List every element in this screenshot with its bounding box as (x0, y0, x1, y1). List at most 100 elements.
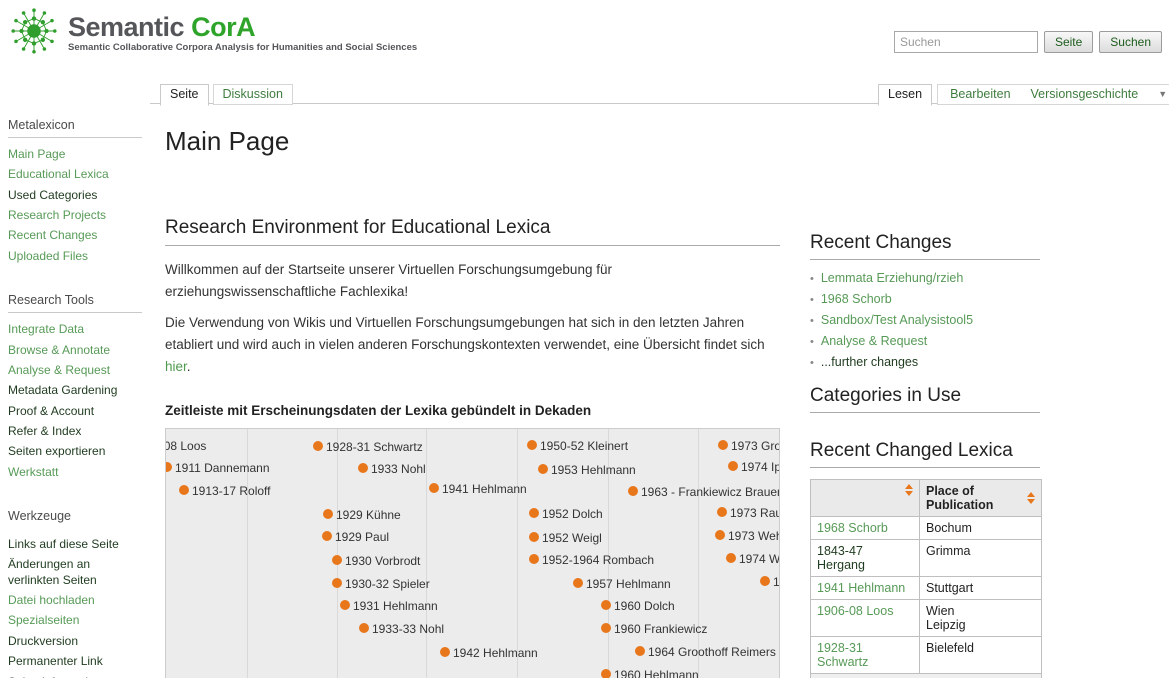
timeline-item-label: 1973 Groo (731, 439, 780, 453)
timeline-item-label: 1941 Hehlmann (442, 482, 527, 496)
bullet-icon: • (810, 315, 814, 327)
further-changes-link[interactable]: ...further changes (821, 355, 918, 369)
sidebar-item-analyse-request[interactable]: Analyse & Request (8, 363, 142, 378)
sidebar-item-uploaded-files[interactable]: Uploaded Files (8, 249, 142, 264)
timeline-dot-icon (726, 553, 736, 563)
recent-change-item: •1968 Schorb (810, 292, 1040, 306)
place-column-label: Place of Publication (926, 484, 1027, 512)
tab-versionsgeschichte[interactable]: Versionsgeschichte (1031, 85, 1139, 104)
table-header-row: Place of Publication (811, 480, 1042, 517)
intro-paragraph-2: Die Verwendung von Wikis und Virtuellen … (165, 312, 780, 378)
table-row: 1843-47 Hergang Grimma (811, 540, 1042, 577)
table-row: 1968 Schorb Bochum (811, 517, 1042, 540)
sidebar-item-recent-changes[interactable]: Recent Changes (8, 228, 142, 243)
timeline-item-label: 1952 Weigl (542, 531, 602, 545)
sidebar-item-browse-annotate[interactable]: Browse & Annotate (8, 343, 142, 358)
place-cell: Stuttgart (920, 577, 1042, 600)
recent-change-link-1968-schorb[interactable]: 1968 Schorb (821, 292, 892, 306)
timeline-item-label: 1931 Hehlmann (353, 599, 438, 613)
timeline-item-label: 1930-32 Spieler (345, 577, 430, 591)
sidebar-item-werkstatt[interactable]: Werkstatt (8, 465, 142, 480)
recent-change-link-sandbox-test-analysistool5[interactable]: Sandbox/Test Analysistool5 (821, 313, 973, 327)
recent-change-link-analyse-request[interactable]: Analyse & Request (821, 334, 927, 348)
categories-in-use-heading: Categories in Use (810, 385, 1040, 413)
more-results-link[interactable]: … weitere Ergebnisse (811, 674, 1042, 678)
sidebar-item-research-projects[interactable]: Research Projects (8, 208, 142, 223)
sidebar-item-proof-account[interactable]: Proof & Account (8, 404, 142, 419)
sidebar-item-integrate-data[interactable]: Integrate Data (8, 322, 142, 337)
tab-bearbeiten[interactable]: Bearbeiten (950, 85, 1010, 104)
lexicon-cell: 1906-08 Loos (811, 600, 920, 637)
section-heading: Research Environment for Educational Lex… (165, 217, 780, 246)
sidebar-item-seiten-exportieren[interactable]: Seiten exportieren (8, 444, 142, 459)
sidebar-item-educational-lexica[interactable]: Educational Lexica (8, 167, 142, 182)
go-to-page-button[interactable]: Seite (1044, 31, 1093, 53)
timeline-item-label: 1930 Vorbrodt (345, 554, 420, 568)
timeline-item-label: 1928-31 Schwartz (326, 440, 423, 454)
recent-changed-lexica-heading: Recent Changed Lexica (810, 440, 1040, 468)
sidebar-item-spezialseiten[interactable]: Spezialseiten (8, 613, 142, 628)
timeline-item-label: 1929 Kühne (336, 508, 401, 522)
namespace-tabs: SeiteDiskussion (160, 84, 293, 106)
lexica-table: Place of Publication 1968 SchorbBochum18… (810, 479, 1042, 678)
brand-text: Semantic CorA Semantic Collaborative Cor… (68, 5, 417, 53)
place-cell: WienLeipzig (920, 600, 1042, 637)
recent-change-item: • Sandbox/Test Analysistool5 (810, 313, 1040, 327)
timeline-item-label: 1957 Hehlmann (586, 577, 671, 591)
brand-name: Semantic CorA (68, 13, 417, 41)
timeline-item-label: 1942 Hehlmann (453, 646, 538, 660)
tab-seite[interactable]: Seite (160, 84, 209, 106)
lexicon-link-1843-47-hergang[interactable]: 1843-47 Hergang (817, 544, 865, 572)
decade-gridline (517, 429, 518, 678)
brand-tagline: Semantic Collaborative Corpora Analysis … (68, 42, 417, 53)
sidebar-item-permanenter-link[interactable]: Permanenter Link (8, 654, 142, 669)
timeline-dot-icon (529, 508, 539, 518)
lexicon-link-1941-hehlmann[interactable]: 1941 Hehlmann (817, 581, 905, 595)
timeline-dot-icon (728, 461, 738, 471)
sidebar-item-used-categories[interactable]: Used Categories (8, 188, 142, 203)
timeline-item-label: 1974 We (739, 552, 780, 566)
chevron-down-icon[interactable]: ▼ (1158, 85, 1167, 104)
place-cell: Bielefeld (920, 637, 1042, 674)
sidebar-item-datei-hochladen[interactable]: Datei hochladen (8, 593, 142, 608)
sidebar-item-main-page[interactable]: Main Page (8, 147, 142, 162)
timeline-dot-icon (332, 578, 342, 588)
sidebar-item-seiteninformationen[interactable]: Seiteninformationen (8, 675, 142, 678)
timeline-dot-icon (601, 669, 611, 678)
place-cell: Bochum (920, 517, 1042, 540)
timeline-item-label: 1960 Hehlmann (614, 668, 699, 678)
lexicon-cell: 1941 Hehlmann (811, 577, 920, 600)
tab-lesen[interactable]: Lesen (878, 84, 932, 106)
timeline-dot-icon (760, 576, 770, 586)
search-area: Seite Suchen (894, 31, 1162, 53)
sort-icon[interactable] (905, 484, 913, 496)
lexicon-link-1968-schorb[interactable]: 1968 Schorb (817, 521, 888, 535)
search-button[interactable]: Suchen (1099, 31, 1162, 53)
lexicon-link-1928-31-schwartz[interactable]: 1928-31 Schwartz (817, 641, 868, 669)
timeline-dot-icon (628, 486, 638, 496)
sidebar-item-nderungen-an-verlinkten-seiten[interactable]: Änderungen an verlinkten Seiten (8, 557, 142, 588)
place-cell: Grimma (920, 540, 1042, 577)
sidebar-item-metadata-gardening[interactable]: Metadata Gardening (8, 383, 142, 398)
recent-change-item: •Lemmata Erziehung/rzieh (810, 271, 1040, 285)
sidebar-item-links-auf-diese-seite[interactable]: Links auf diese Seite (8, 537, 142, 552)
timeline-item-label: 1911 Dannemann (175, 461, 270, 475)
sidebar-item-refer-index[interactable]: Refer & Index (8, 424, 142, 439)
hier-link[interactable]: hier (165, 359, 187, 374)
search-input[interactable] (894, 31, 1038, 53)
timeline-dot-icon (718, 440, 728, 450)
recent-change-link-lemmata-erziehung-rzieh[interactable]: Lemmata Erziehung/rzieh (821, 271, 963, 285)
lexicon-link-1906-08-loos[interactable]: 1906-08 Loos (817, 604, 893, 618)
tab-diskussion[interactable]: Diskussion (213, 84, 293, 105)
sidebar-item-druckversion[interactable]: Druckversion (8, 634, 142, 649)
bullet-icon: • (810, 336, 814, 348)
view-tab-group: Bearbeiten Versionsgeschichte ▼ (937, 84, 1169, 105)
site-logo[interactable]: Semantic CorA Semantic Collaborative Cor… (8, 5, 417, 57)
sort-icon[interactable] (1027, 492, 1035, 504)
timeline-item-label: 1 (773, 575, 780, 589)
lexicon-cell: 1928-31 Schwartz (811, 637, 920, 674)
sidebar-section-werkzeuge: Links auf diese Seite Änderungen an verli… (8, 537, 142, 678)
right-column: Recent Changes •Lemmata Erziehung/rzieh•… (810, 232, 1040, 678)
timeline-dot-icon (601, 600, 611, 610)
page-title: Main Page (165, 126, 780, 156)
